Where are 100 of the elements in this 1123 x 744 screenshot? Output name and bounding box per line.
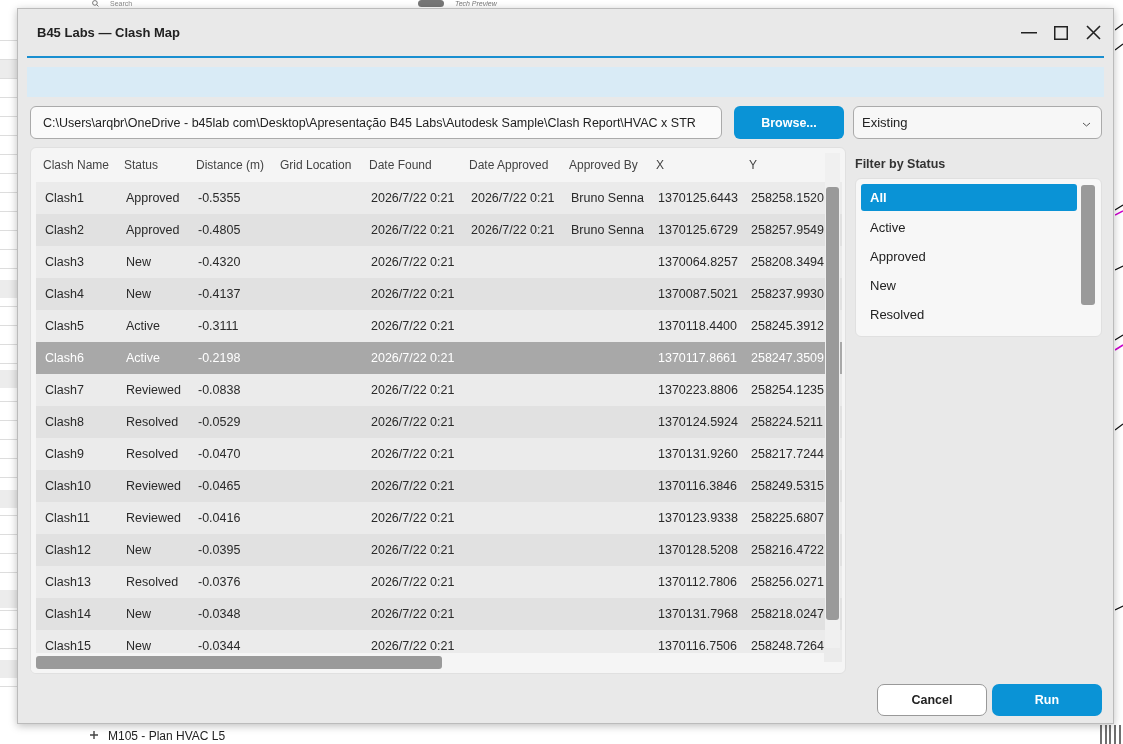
table-cell-text: Reviewed [125, 382, 182, 399]
table-cell-text: Clash8 [44, 414, 85, 431]
table-cell-text: -0.0348 [197, 606, 242, 623]
table-row[interactable]: Clash4 New -0.4137 2026/7/22 0:21 1370087.5021 258237.9930 [36, 278, 842, 310]
table-cell-text: 258218.0247 [750, 606, 822, 623]
table-row[interactable]: Clash11 Reviewed -0.0416 2026/7/22 0:21 1370123.9338 258225.6807 [36, 502, 842, 534]
table-cell-text: 2026/7/22 0:21 [370, 382, 456, 399]
table-cell-text: Approved [125, 190, 181, 207]
table-cell-text: 258249.5315 [750, 478, 822, 495]
table-row[interactable]: Clash7 Reviewed -0.0838 2026/7/22 0:21 1370223.8806 258254.1235 [36, 374, 842, 406]
table-cell-text: 2026/7/22 0:21 [370, 446, 456, 463]
table-row[interactable]: Clash14 New -0.0348 2026/7/22 0:21 1370131.7968 258218.0247 [36, 598, 842, 630]
list-item[interactable]: Active [861, 213, 1077, 242]
table-cell-text: 1370116.3846 [657, 478, 739, 495]
table-cell-text: -0.0376 [197, 574, 242, 591]
table-cell-text: 2026/7/22 0:21 [370, 190, 456, 207]
minimize-icon [1021, 31, 1037, 34]
table-cell-text: Clash10 [44, 478, 92, 495]
horizontal-scrollbar[interactable] [31, 653, 824, 673]
table-cell-text: New [125, 638, 152, 655]
table-cell-text: 2026/7/22 0:21 [370, 574, 456, 591]
table-cell-text: 1370112.7806 [657, 574, 739, 591]
cad-lines-drawing [1100, 725, 1122, 744]
table-cell-text: Active [125, 350, 162, 367]
list-item[interactable]: Resolved [861, 300, 1077, 329]
table-cell-text: Clash3 [44, 254, 85, 271]
table-row[interactable]: Clash8 Resolved -0.0529 2026/7/22 0:21 1370124.5924 258224.5211 [36, 406, 842, 438]
table-cell-text: -0.4137 [197, 286, 242, 303]
list-item[interactable]: Approved [861, 242, 1077, 271]
vertical-scrollbar[interactable] [1081, 185, 1095, 305]
table-cell-text: 258257.9549 [750, 222, 822, 239]
table-row[interactable]: Clash9 Resolved -0.0470 2026/7/22 0:21 1370131.9260 258217.7244 [36, 438, 842, 470]
table-row[interactable]: Clash2 Approved -0.4805 2026/7/22 0:21 2026/7/22 0:21 Bruno Senna 1370125.6729 258257.9549 [36, 214, 842, 246]
table-row[interactable]: Clash10 Reviewed -0.0465 2026/7/22 0:21 1370116.3846 258249.5315 [36, 470, 842, 502]
table-cell-text: New [125, 286, 152, 303]
table-cell-text: -0.2198 [197, 350, 242, 367]
path-field[interactable]: C:\Users\arqbr\OneDrive - b45lab com\Desktop\Apresentação B45 Labs\Autodesk Sample\Clash Report\HVAC x STR [30, 106, 722, 139]
table-cell-text: 258216.4722 [750, 542, 822, 559]
table-cell-text: 258256.0271 [750, 574, 822, 591]
scrollbar-thumb[interactable] [826, 187, 839, 620]
table-cell-text: Clash13 [44, 574, 92, 591]
vertical-scrollbar[interactable] [825, 153, 840, 648]
table-cell-text: 2026/7/22 0:21 [470, 190, 556, 207]
table-row[interactable]: Clash12 New -0.0395 2026/7/22 0:21 1370128.5208 258216.4722 [36, 534, 842, 566]
table-cell-text: 2026/7/22 0:21 [470, 222, 556, 239]
table-cell-text: 1370124.5924 [657, 414, 739, 431]
list-item[interactable]: New [861, 271, 1077, 300]
table-cell-text: 258224.5211 [750, 414, 822, 431]
scrollbar-thumb[interactable] [36, 656, 442, 669]
table-cell-text: Reviewed [125, 510, 182, 527]
window-title: B45 Labs — Clash Map [36, 25, 181, 40]
table-cell-text: -0.0838 [197, 382, 242, 399]
table-cell-text: Clash4 [44, 286, 85, 303]
table-cell-text: Clash12 [44, 542, 92, 559]
table-cell-text: -0.5355 [197, 190, 242, 207]
table-row[interactable]: Clash13 Resolved -0.0376 2026/7/22 0:21 1370112.7806 258256.0271 [36, 566, 842, 598]
table-cell-text: -0.3111 [197, 318, 240, 335]
expand-icon[interactable] [89, 730, 99, 740]
table-cell-text: 258247.3509 [750, 350, 822, 367]
table-cell-text: 258208.3494 [750, 254, 822, 271]
table-cell-text: -0.0344 [197, 638, 242, 655]
table-cell-text: 2026/7/22 0:21 [370, 414, 456, 431]
table-cell-text: 2026/7/22 0:21 [370, 638, 456, 655]
table-cell-text: 1370131.7968 [657, 606, 739, 623]
table-cell-text: Resolved [125, 414, 180, 431]
table-cell-text: Reviewed [125, 478, 182, 495]
table-row[interactable]: Clash5 Active -0.3111 2026/7/22 0:21 1370118.4400 258245.3912 [36, 310, 842, 342]
table-cell-text: Active [125, 318, 162, 335]
table-cell-text: 1370064.8257 [657, 254, 739, 271]
table-cell-text: 258245.3912 [750, 318, 822, 335]
table-cell-text: -0.0529 [197, 414, 242, 431]
search-icon [92, 0, 99, 7]
maximize-icon [1054, 25, 1068, 40]
table-cell-text: 258254.1235 [750, 382, 822, 399]
table-cell-text: Bruno Senna [570, 222, 645, 239]
table-row[interactable]: Clash3 New -0.4320 2026/7/22 0:21 1370064.8257 258208.3494 [36, 246, 842, 278]
table-cell-text: Resolved [125, 574, 180, 591]
table-cell-text: 1370125.6443 [657, 190, 739, 207]
table-cell-text: Clash5 [44, 318, 85, 335]
table-cell-text: 2026/7/22 0:21 [370, 254, 456, 271]
table-row[interactable]: Clash1 Approved -0.5355 2026/7/22 0:21 2026/7/22 0:21 Bruno Senna 1370125.6443 258258.1520 [36, 182, 842, 214]
table-cell-text: Clash7 [44, 382, 85, 399]
toggle-switch[interactable] [418, 0, 444, 7]
table-cell-text: Clash1 [44, 190, 85, 207]
filter-label: Filter by Status [855, 157, 947, 171]
table-cell-text: -0.0416 [197, 510, 242, 527]
table-cell-text: 1370125.6729 [657, 222, 739, 239]
table-cell-text: Clash11 [44, 510, 91, 527]
tree-item[interactable]: M105 - Plan HVAC L5 [108, 729, 226, 743]
table-cell-text: Resolved [125, 446, 180, 463]
table-cell-text: -0.4320 [197, 254, 242, 271]
chevron-down-icon [1082, 122, 1091, 127]
dialog-button[interactable]: Cancel [877, 684, 987, 716]
table-cell-text: Clash14 [44, 606, 92, 623]
table-cell-text: 2026/7/22 0:21 [370, 542, 456, 559]
table-cell-text: 2026/7/22 0:21 [370, 350, 456, 367]
table-cell-text: 1370117.8661 [657, 350, 739, 367]
mode-dropdown[interactable]: Existing [853, 106, 1102, 139]
table-cell-text: Clash15 [44, 638, 92, 655]
table-cell-text: New [125, 254, 152, 271]
